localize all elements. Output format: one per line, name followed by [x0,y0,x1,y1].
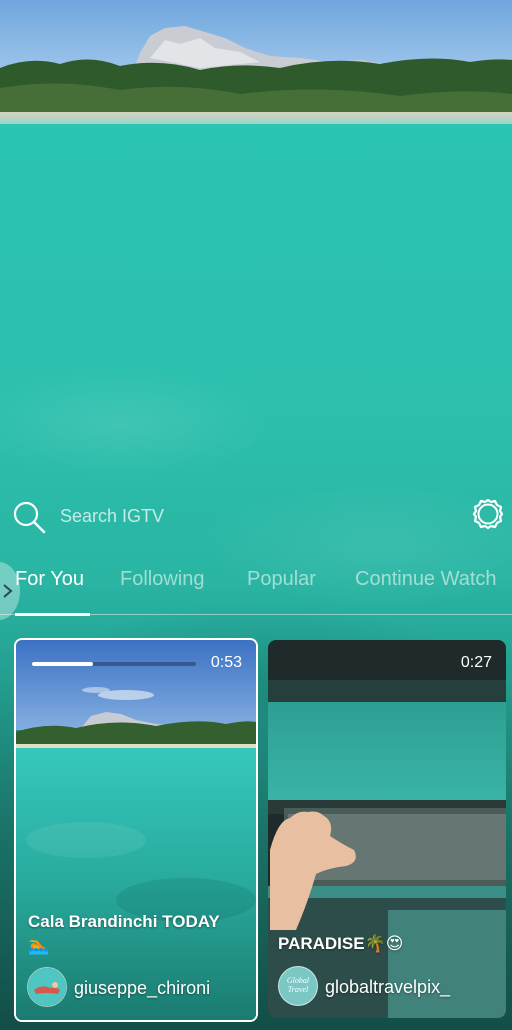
video-thumbnail [268,640,506,1018]
video-card[interactable]: 0:27 PARADISE🌴😍 Global Travel globaltrav… [268,640,506,1018]
chevron-right-icon [3,584,13,598]
avatar-image [28,968,66,1006]
playback-progress [32,662,196,666]
title-emoji: 🏊 [28,936,50,955]
video-title: PARADISE🌴😍 [278,934,404,953]
username[interactable]: giuseppe_chironi [74,978,210,999]
tab-continue-watching[interactable]: Continue Watch [355,568,497,591]
video-title: Cala Brandinchi TODAY [28,912,220,931]
progress-fill [32,662,93,666]
tab-popular[interactable]: Popular [247,568,316,591]
video-thumbnail [16,640,256,1020]
avatar[interactable]: Global Travel [278,966,318,1006]
username[interactable]: globaltravelpix_ [325,977,450,998]
video-duration: 0:53 [210,654,242,671]
tab-following[interactable]: Following [120,568,204,591]
video-card[interactable]: 0:53 Cala Brandinchi TODAY 🏊 giuseppe_ch… [14,638,258,1022]
tab-for-you[interactable]: For You [15,568,84,591]
video-duration: 0:27 [460,654,492,671]
active-tab-indicator [15,613,90,616]
search-input[interactable]: Search IGTV [60,506,164,527]
settings-icon[interactable] [470,496,506,532]
avatar-logo-text: Global Travel [286,976,310,994]
tree-line [0,58,512,118]
avatar[interactable] [27,967,67,1007]
search-icon[interactable] [12,500,46,534]
search-bar[interactable]: Search IGTV [0,496,512,536]
